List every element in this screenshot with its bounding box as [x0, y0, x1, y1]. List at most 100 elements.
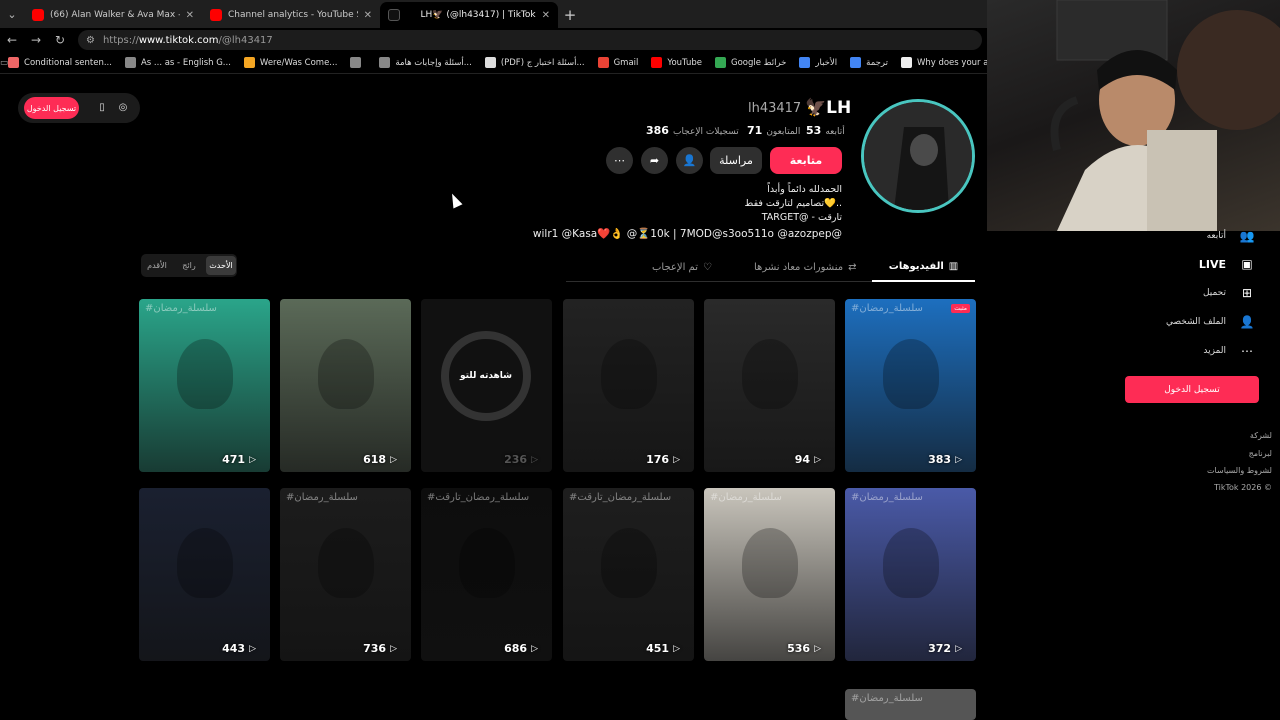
tab-reposts[interactable]: منشورات معاد نشرها ⇄ — [754, 252, 856, 282]
play-icon: ▷ — [955, 643, 962, 654]
sidebar-item-following[interactable]: أتابعه 👥 — [1207, 227, 1256, 245]
view-count: 94 ▷ — [795, 453, 821, 466]
bookmark-item[interactable]: (PDF) أسئلة اختبار ج... — [484, 57, 585, 68]
bookmark-item[interactable]: أسئلة وإجابات هامة... — [379, 57, 472, 68]
bookmark-label: أسئلة وإجابات هامة... — [395, 57, 472, 68]
bookmark-item[interactable]: Were/Was Come... — [243, 57, 338, 68]
sidebar-login-button[interactable]: تسجيل الدخول — [1125, 376, 1259, 403]
url-info-icon[interactable]: ⚙ — [86, 35, 95, 46]
video-card[interactable]: 94 ▷ — [704, 299, 835, 472]
bookmark-item[interactable]: Gmail — [597, 57, 638, 68]
new-tab-icon[interactable]: + — [558, 2, 582, 28]
video-card[interactable]: #سلسلة_رمضان_تارقت 451 ▷ — [563, 488, 694, 661]
translate-icon — [850, 57, 862, 68]
sort-oldest[interactable]: الأقدم — [142, 256, 172, 275]
tab-videos[interactable]: الفيديوهات ▥ — [872, 252, 975, 282]
view-count-value: 176 — [646, 453, 670, 466]
compass-icon[interactable]: ◎ — [117, 102, 129, 114]
video-card[interactable]: #سلسلة_رمضان 536 ▷ — [704, 488, 835, 661]
bookmark-item[interactable]: YouTube — [651, 57, 702, 68]
sidebar-label: الملف الشخصي — [1166, 317, 1226, 327]
bookmark-item[interactable] — [350, 57, 366, 68]
view-count: 536 ▷ — [787, 642, 821, 655]
tab-liked[interactable]: تم الإعجاب ♡ — [652, 252, 712, 282]
sidebar-item-more[interactable]: المزيد ⋯ — [1203, 342, 1256, 360]
close-icon[interactable]: ✕ — [364, 10, 372, 21]
add-friend-icon[interactable]: 👤 — [676, 147, 703, 174]
forward-icon[interactable]: → — [24, 33, 48, 47]
follow-button[interactable]: متابعة — [770, 147, 842, 174]
video-watermark: #سلسلة_رمضان — [710, 492, 782, 503]
more-options-icon[interactable]: ⋯ — [606, 147, 633, 174]
video-card[interactable]: 618 ▷ — [280, 299, 411, 472]
browser-tab[interactable]: (66) Alan Walker & Ava Max - Alone ✕ — [24, 2, 202, 28]
video-card[interactable]: 176 ▷ — [563, 299, 694, 472]
sidebar-item-upload[interactable]: تحميل ⊞ — [1203, 284, 1256, 302]
url-field[interactable]: ⚙ https://www.tiktok.com/@lh43417 — [78, 30, 982, 50]
play-icon: ▷ — [673, 643, 680, 654]
watched-label: شاهدته للتو — [459, 371, 512, 381]
bookmark-item[interactable]: الأخبار — [799, 57, 837, 68]
play-icon: ▷ — [814, 454, 821, 465]
tab-search-icon[interactable]: ⌄ — [0, 0, 24, 28]
video-card[interactable]: #سلسلة_رمضان 736 ▷ — [280, 488, 411, 661]
youtube-studio-icon — [210, 9, 222, 21]
play-icon: ▷ — [390, 643, 397, 654]
view-count-value: 618 — [363, 453, 387, 466]
back-icon[interactable]: ← — [0, 33, 24, 47]
footer-link-program[interactable]: لبرنامج — [1249, 449, 1272, 458]
video-card[interactable]: #سلسلة_رمضان — [845, 689, 976, 720]
heart-icon: ♡ — [702, 261, 712, 273]
share-icon[interactable]: ➦ — [641, 147, 668, 174]
close-icon[interactable]: ✕ — [186, 10, 194, 21]
footer-link-terms[interactable]: لشروط والسياسات — [1207, 466, 1272, 475]
video-card[interactable]: #سلسلة_رمضان 471 ▷ — [139, 299, 270, 472]
footer-link-company[interactable]: لشركة — [1250, 431, 1272, 440]
video-card[interactable]: 443 ▷ — [139, 488, 270, 661]
webcam-image — [1050, 0, 1280, 231]
bookmark-item[interactable]: ترجمة — [850, 57, 888, 68]
video-thumbnail-figure — [177, 528, 233, 598]
profile-avatar[interactable] — [861, 99, 975, 213]
video-card[interactable]: #سلسلة_رمضان 372 ▷ — [845, 488, 976, 661]
close-icon[interactable]: ✕ — [542, 10, 550, 21]
sidebar-item-live[interactable]: LIVE ▣ — [1199, 255, 1256, 273]
sort-popular[interactable]: رائج — [174, 256, 204, 275]
message-button[interactable]: مراسلة — [710, 147, 762, 174]
view-count: 372 ▷ — [928, 642, 962, 655]
bookmark-item[interactable]: Conditional senten... — [8, 57, 112, 68]
video-card[interactable]: #سلسلة_رمضان_تارقت 686 ▷ — [421, 488, 552, 661]
url-host: www.tiktok.com — [138, 34, 219, 46]
maps-icon — [714, 57, 726, 68]
bookmark-item[interactable]: Google خرائط — [714, 57, 787, 68]
reload-icon[interactable]: ↻ — [48, 33, 72, 47]
video-card[interactable]: #سلسلة_رمضان مثبت 383 ▷ — [845, 299, 976, 472]
top-login-button[interactable]: تسجيل الدخول — [24, 97, 79, 119]
view-count-value: 94 — [794, 453, 811, 466]
video-watermark: #سلسلة_رمضان — [851, 303, 923, 314]
view-count: 451 ▷ — [646, 642, 680, 655]
bookmark-item[interactable]: As ... as - English G... — [124, 57, 231, 68]
mobile-icon[interactable]: ▯ — [96, 102, 108, 114]
avatar-image — [864, 102, 972, 210]
view-count: 236 ▷ — [504, 453, 538, 466]
sort-toggle: الأقدم رائج الأحدث — [141, 254, 237, 277]
profile-tabs: تم الإعجاب ♡ منشورات معاد نشرها ⇄ الفيدي… — [566, 252, 975, 282]
play-icon: ▷ — [531, 643, 538, 654]
bookmark-label: Were/Was Come... — [259, 57, 338, 68]
view-count-value: 736 — [363, 642, 387, 655]
following-count: 53 — [806, 124, 822, 137]
sidebar-item-profile[interactable]: الملف الشخصي 👤 — [1166, 313, 1256, 331]
browser-tab[interactable]: Channel analytics - YouTube Studio ✕ — [202, 2, 380, 28]
following-label[interactable]: أتابعه — [825, 127, 844, 137]
followers-stat: 71 المتابعون — [747, 124, 800, 137]
bio-line: TARGET@ - تارقت — [761, 212, 842, 223]
apps-icon[interactable]: ▭ — [0, 58, 8, 68]
globe-icon — [379, 57, 391, 68]
video-card[interactable]: شاهدته للتو 236 ▷ — [421, 299, 552, 472]
sort-latest[interactable]: الأحدث — [206, 256, 236, 275]
browser-tab-active[interactable]: LH🦅 (@lh43417) | TikTok ✕ — [380, 2, 558, 28]
followers-label[interactable]: المتابعون — [766, 127, 800, 137]
url-path: /@lh43417 — [218, 34, 273, 46]
bookmark-label: Google خرائط — [730, 57, 787, 68]
